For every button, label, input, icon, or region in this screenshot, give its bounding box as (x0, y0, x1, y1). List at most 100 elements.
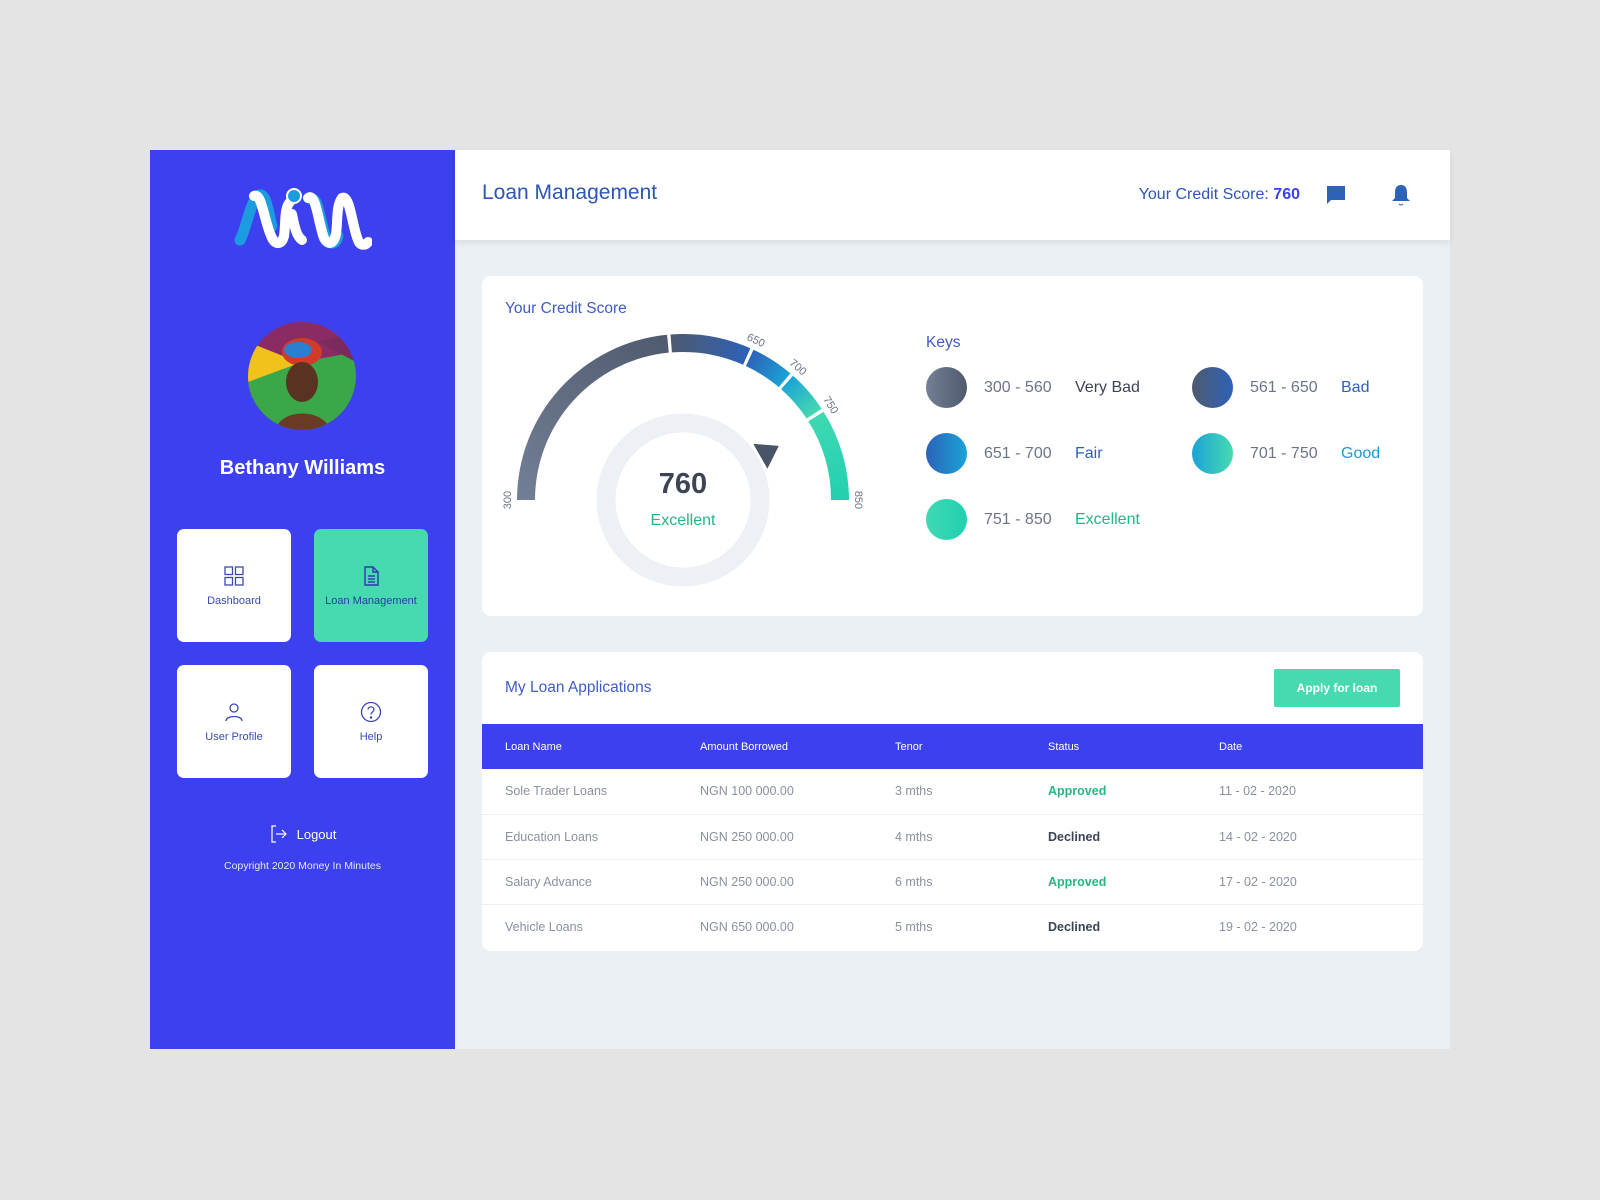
loan-tenor: 4 mths (872, 813, 1025, 859)
app-window: Bethany Williams Dashboard Loan Manageme… (150, 150, 1450, 1049)
loan-applications-table: Loan Name Amount Borrowed Tenor Status D… (482, 724, 1423, 949)
sidebar-item-label: User Profile (205, 730, 263, 743)
sidebar-item-loan-management[interactable]: Loan Management (314, 529, 428, 642)
table-row[interactable]: Sole Trader Loans NGN 100 000.00 3 mths App… (482, 769, 1423, 814)
loan-name: Sole Trader Loans (505, 784, 608, 799)
document-icon (364, 565, 379, 586)
table-row[interactable]: Education Loans NGN 250 000.00 4 mths Decli… (482, 813, 1423, 859)
sidebar-item-label: Loan Management (325, 594, 417, 607)
key-rating: Fair (1075, 444, 1103, 462)
loan-applications-card: My Loan Applications Apply for loan Loan… (482, 652, 1423, 951)
key-range: 561 - 650 (1250, 378, 1318, 396)
key-rating: Bad (1341, 378, 1370, 396)
top-bar: Loan Management Your Credit Score: 760 (455, 150, 1450, 240)
sidebar: Bethany Williams Dashboard Loan Manageme… (150, 150, 455, 1049)
loan-name: Vehicle Loans (482, 903, 677, 949)
loan-amount: NGN 100 000.00 (700, 784, 794, 799)
column-header[interactable]: Amount Borrowed (677, 724, 872, 769)
key-rating: Very Bad (1075, 378, 1140, 396)
key-item: 300 - 560 Very Bad (926, 367, 1192, 408)
gauge-segment-good (781, 375, 822, 419)
header-credit-score: Your Credit Score: 760 (1139, 186, 1300, 204)
credit-score-label: Your Credit Score: (1138, 186, 1269, 203)
score-value: 760 (659, 468, 707, 500)
user-icon (225, 702, 243, 721)
keys-grid: 300 - 560 Very Bad 561 - 650 Bad 651 - 700 Fa… (926, 367, 1406, 540)
key-color-dot (1192, 433, 1233, 474)
credit-score-value: 760 (1273, 186, 1300, 203)
key-rating: Good (1341, 444, 1381, 462)
gauge-tick-label: 700 (787, 357, 809, 378)
credit-score-title: Your Credit Score (505, 300, 627, 317)
loan-date: 14 - 02 - 2020 (1196, 813, 1423, 859)
keys-title: Keys (926, 334, 961, 351)
loan-name: Salary Advance (482, 858, 677, 904)
column-header[interactable]: Tenor (872, 724, 1025, 769)
main-content: Loan Management Your Credit Score: 760 Y… (455, 150, 1450, 1049)
loan-tenor: 6 mths (872, 858, 1025, 904)
brand-logo[interactable] (232, 182, 372, 252)
gauge-tick-label: 850 (852, 491, 864, 509)
table-row[interactable]: Vehicle Loans NGN 650 000.00 5 mths Decline… (482, 903, 1423, 949)
loan-amount: NGN 250 000.00 (677, 813, 872, 859)
loan-tenor: 5 mths (872, 903, 1025, 949)
logout-icon (271, 825, 287, 843)
loan-status: Approved (1025, 858, 1196, 904)
gauge-tick-label: 560 (658, 331, 677, 332)
key-color-dot (926, 499, 967, 540)
user-name: Bethany Williams (219, 457, 386, 479)
loan-amount: NGN 250 000.00 (677, 858, 872, 904)
key-range: 701 - 750 (1250, 444, 1318, 462)
credit-score-card: Your Credit Score 300560650700750850 760… (482, 276, 1423, 616)
loan-name: Education Loans (482, 813, 677, 859)
gauge-segment-bad (670, 334, 751, 365)
key-rating: Excellent (1075, 510, 1140, 528)
grid-icon (224, 565, 244, 586)
loan-status: Declined (1025, 903, 1196, 949)
sidebar-item-dashboard[interactable]: Dashboard (177, 529, 291, 642)
loan-status: Declined (1025, 813, 1196, 859)
key-item: 751 - 850 Excellent (926, 499, 1192, 540)
key-range: 651 - 700 (984, 444, 1052, 462)
credit-score-gauge: 300560650700750850 760 Excellent (502, 331, 864, 587)
column-header[interactable]: Loan Name (482, 724, 677, 769)
column-header[interactable]: Date (1196, 724, 1423, 769)
column-header[interactable]: Status (1025, 724, 1196, 769)
loan-applications-title: My Loan Applications (505, 679, 652, 696)
loan-amount: NGN 650 000.00 (677, 903, 872, 949)
gauge-segment-excellent (808, 411, 849, 500)
sidebar-item-label: Help (359, 730, 383, 743)
key-item: 561 - 650 Bad (1192, 367, 1392, 408)
sidebar-nav: Dashboard Loan Management User Profile H… (177, 529, 428, 778)
gauge-tick-label: 650 (745, 331, 767, 350)
sidebar-item-help[interactable]: Help (314, 665, 428, 778)
key-item: 701 - 750 Good (1192, 433, 1392, 474)
gauge-tick-label: 300 (502, 491, 514, 509)
sidebar-item-label: Dashboard (207, 594, 261, 607)
key-color-dot (1192, 367, 1233, 408)
key-color-dot (926, 367, 967, 408)
loan-date: 11 - 02 - 2020 (1219, 784, 1296, 799)
logout-label: Logout (296, 826, 337, 842)
loan-date: 17 - 02 - 2020 (1196, 858, 1423, 904)
sidebar-item-user-profile[interactable]: User Profile (177, 665, 291, 778)
table-row[interactable]: Salary Advance NGN 250 000.00 6 mths Approv… (482, 858, 1423, 904)
apply-for-loan-button[interactable]: Apply for loan (1274, 669, 1400, 707)
key-color-dot (926, 433, 967, 474)
page-title: Loan Management (482, 181, 658, 204)
score-rating: Excellent (651, 512, 716, 529)
table-header: Loan Name Amount Borrowed Tenor Status D… (482, 724, 1423, 769)
logout-button[interactable]: Logout (150, 824, 455, 844)
score-center (616, 433, 750, 567)
loan-tenor: 3 mths (895, 784, 933, 799)
bell-icon[interactable] (1390, 183, 1412, 207)
help-circle-icon (360, 701, 382, 722)
user-avatar[interactable] (248, 322, 356, 430)
chat-icon[interactable] (1325, 184, 1347, 206)
copyright: Copyright 2020 Money In Minutes (223, 860, 381, 872)
avatar-photo (248, 322, 356, 430)
keys-legend: Keys 300 - 560 Very Bad 561 - 650 Bad 651 - … (926, 334, 1406, 540)
key-range: 300 - 560 (984, 378, 1052, 396)
gauge-segment-fair (745, 349, 791, 388)
loan-date: 19 - 02 - 2020 (1196, 903, 1423, 949)
